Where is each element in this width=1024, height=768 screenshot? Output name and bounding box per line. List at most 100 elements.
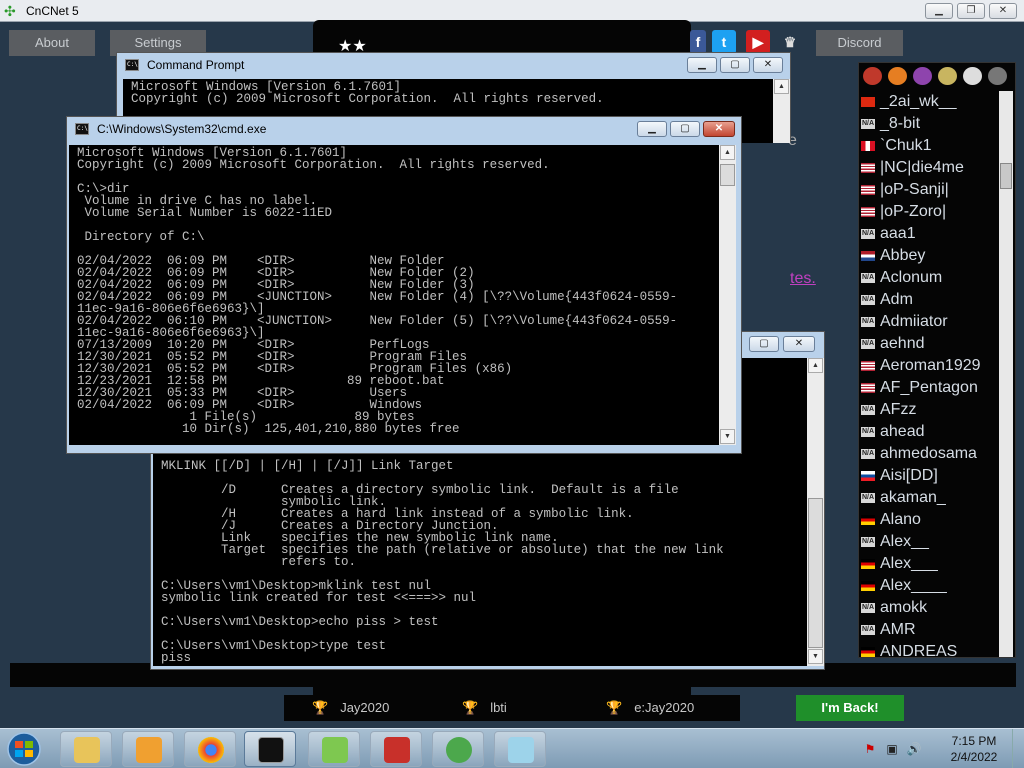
scrollbar-thumb[interactable] xyxy=(720,164,735,186)
game-icon-3[interactable] xyxy=(913,67,932,85)
game-item[interactable]: 🏆 Jay2020 xyxy=(312,700,389,716)
player-list-item[interactable]: N/A Adm xyxy=(861,289,999,311)
toolbox-icon xyxy=(384,737,410,763)
flag-icon: N/A xyxy=(861,339,875,349)
player-list-item[interactable]: N/A Alex__ xyxy=(861,531,999,553)
about-button[interactable]: About xyxy=(9,30,95,56)
game-name: e:Jay2020 xyxy=(634,700,695,715)
minimize-button[interactable]: ▁ xyxy=(925,3,953,19)
scroll-up-arrow[interactable]: ▲ xyxy=(720,145,735,160)
player-list-item[interactable]: `Chuk1 xyxy=(861,135,999,157)
console-title: Command Prompt xyxy=(147,58,245,72)
scrollbar-thumb[interactable] xyxy=(1000,163,1012,189)
player-list-item[interactable]: N/A Admiiator xyxy=(861,311,999,333)
cncnet-titlebar[interactable]: ✣ CnCNet 5 ▁ ❐ ✕ xyxy=(0,0,1024,22)
taskbar-explorer[interactable] xyxy=(60,731,112,767)
maximize-button[interactable]: ▢ xyxy=(749,336,779,352)
close-button[interactable]: ✕ xyxy=(783,336,815,352)
player-name: ahmedosama xyxy=(880,445,977,462)
cmd-exe-window[interactable]: C:\ C:\Windows\System32\cmd.exe ▁ ▢ ✕ Mi… xyxy=(66,116,742,454)
player-list-item[interactable]: |oP-Zoro| xyxy=(861,201,999,223)
partial-link[interactable]: tes. xyxy=(790,270,816,288)
player-list-item[interactable]: N/A akaman_ xyxy=(861,487,999,509)
player-list-item[interactable]: Abbey xyxy=(861,245,999,267)
player-name: Alano xyxy=(880,511,921,528)
flag-icon: N/A xyxy=(861,427,875,437)
player-name: AFzz xyxy=(880,401,917,418)
facebook-icon[interactable]: f xyxy=(690,30,706,54)
player-list-item[interactable]: Aisi[DD] xyxy=(861,465,999,487)
console-output[interactable]: Microsoft Windows [Version 6.1.7601] Cop… xyxy=(69,145,719,445)
console-titlebar[interactable]: C:\ Command Prompt ▁ ▢ ✕ xyxy=(117,53,790,77)
system-clock[interactable]: 7:15 PM 2/4/2022 xyxy=(944,733,1004,765)
player-name: Alex___ xyxy=(880,555,938,572)
player-list-item[interactable]: N/A ahmedosama xyxy=(861,443,999,465)
scrollbar-thumb[interactable] xyxy=(808,498,823,648)
close-button[interactable]: ✕ xyxy=(989,3,1017,19)
scroll-down-arrow[interactable]: ▼ xyxy=(720,429,735,444)
player-list-item[interactable]: ANDREAS xyxy=(861,641,999,657)
minimize-button[interactable]: ▁ xyxy=(637,121,667,137)
console-scrollbar[interactable]: ▲ xyxy=(773,79,790,143)
console-scrollbar[interactable]: ▲ ▼ xyxy=(719,145,736,445)
player-list-item[interactable]: N/A amokk xyxy=(861,597,999,619)
twitter-icon[interactable]: t xyxy=(712,30,736,54)
player-list-item[interactable]: |NC|die4me xyxy=(861,157,999,179)
taskbar-media-player[interactable] xyxy=(122,731,174,767)
player-list-item[interactable]: N/A AFzz xyxy=(861,399,999,421)
player-list-item[interactable]: Alano xyxy=(861,509,999,531)
player-list-item[interactable]: N/A ahead xyxy=(861,421,999,443)
player-name: AMR xyxy=(880,621,916,638)
player-list-item[interactable]: |oP-Sanji| xyxy=(861,179,999,201)
game-item[interactable]: 🏆 lbti xyxy=(462,700,507,716)
taskbar-cmd[interactable] xyxy=(244,731,296,767)
maximize-button[interactable]: ❐ xyxy=(957,3,985,19)
discord-button[interactable]: Discord xyxy=(816,30,903,56)
cmd-icon xyxy=(258,737,284,763)
close-button[interactable]: ✕ xyxy=(703,121,735,137)
action-center-icon[interactable]: ⚑ xyxy=(862,741,878,757)
trophy-icon[interactable]: ♛ xyxy=(778,30,802,54)
flag-icon xyxy=(861,97,875,107)
start-button[interactable] xyxy=(4,731,44,767)
player-list-item[interactable]: N/A aaa1 xyxy=(861,223,999,245)
player-list-scrollbar[interactable] xyxy=(999,91,1013,657)
maximize-button[interactable]: ▢ xyxy=(670,121,700,137)
player-name: Abbey xyxy=(880,247,926,264)
close-button[interactable]: ✕ xyxy=(753,57,783,73)
chat-icon[interactable] xyxy=(963,67,982,85)
player-list-item[interactable]: Alex___ xyxy=(861,553,999,575)
taskbar-recycle[interactable] xyxy=(432,731,484,767)
player-list-item[interactable]: Alex____ xyxy=(861,575,999,597)
taskbar-notepad[interactable] xyxy=(494,731,546,767)
im-back-button[interactable]: I'm Back! xyxy=(796,695,904,721)
player-list-item[interactable]: _2ai_wk__ xyxy=(861,91,999,113)
scroll-down-arrow[interactable]: ▼ xyxy=(808,649,823,664)
scroll-up-arrow[interactable]: ▲ xyxy=(808,358,823,373)
taskbar-notepad-plus[interactable] xyxy=(308,731,360,767)
flag-icon: N/A xyxy=(861,119,875,129)
heart-icon[interactable] xyxy=(988,67,1007,85)
taskbar-toolbox[interactable] xyxy=(370,731,422,767)
player-list-item[interactable]: Aeroman1929 xyxy=(861,355,999,377)
player-list-item[interactable]: N/A aehnd xyxy=(861,333,999,355)
console-titlebar[interactable]: C:\ C:\Windows\System32\cmd.exe ▁ ▢ ✕ xyxy=(67,117,741,141)
game-icon-1[interactable] xyxy=(863,67,882,85)
console-scrollbar[interactable]: ▲ ▼ xyxy=(807,358,824,666)
taskbar-chrome[interactable] xyxy=(184,731,236,767)
minimize-button[interactable]: ▁ xyxy=(687,57,717,73)
game-icon-2[interactable] xyxy=(888,67,907,85)
player-list-item[interactable]: N/A AMR xyxy=(861,619,999,641)
network-icon[interactable]: ▣ xyxy=(884,741,900,757)
show-desktop-button[interactable] xyxy=(1012,729,1024,768)
scroll-up-arrow[interactable]: ▲ xyxy=(774,79,789,94)
player-list-item[interactable]: N/A _8-bit xyxy=(861,113,999,135)
youtube-icon[interactable]: ▶ xyxy=(746,30,770,54)
maximize-button[interactable]: ▢ xyxy=(720,57,750,73)
player-list-item[interactable]: AF_Pentagon xyxy=(861,377,999,399)
game-icon-4[interactable] xyxy=(938,67,957,85)
flag-icon xyxy=(861,251,875,261)
volume-icon[interactable]: 🔊 xyxy=(906,741,922,757)
game-item[interactable]: 🏆 e:Jay2020 xyxy=(606,700,694,716)
player-list-item[interactable]: N/A Aclonum xyxy=(861,267,999,289)
